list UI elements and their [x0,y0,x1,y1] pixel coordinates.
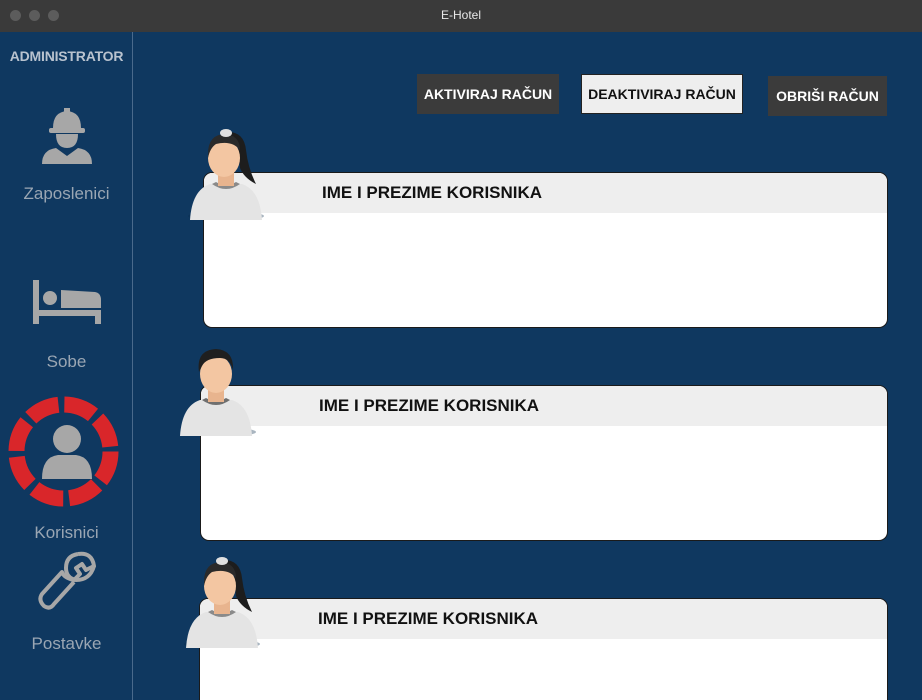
sidebar: ADMINISTRATOR Zaposlenici Sobe Korisnici… [0,32,133,700]
wrench-icon [0,548,133,614]
user-card-header [204,173,887,213]
female-avatar-icon [188,129,264,220]
sidebar-item-korisnici[interactable]: Korisnici [0,395,133,542]
sidebar-item-postavke[interactable]: Postavke [0,548,133,658]
user-card-header [200,599,887,639]
sidebar-item-label: Korisnici [34,523,99,542]
sidebar-item-zaposlenici[interactable]: Zaposlenici [0,102,133,212]
delete-account-button[interactable]: OBRIŠI RAČUN [768,76,887,116]
title-bar: E-Hotel [0,0,922,32]
sidebar-item-sobe[interactable]: Sobe [0,272,133,372]
user-card[interactable]: IME I PREZIME KORISNIKA [200,385,888,541]
user-name: IME I PREZIME KORISNIKA [319,396,540,415]
user-card-header [201,386,887,426]
user-card[interactable]: IME I PREZIME KORISNIKA [203,172,888,328]
sidebar-item-label: Postavke [31,634,102,653]
user-name: IME I PREZIME KORISNIKA [322,183,543,202]
deactivate-account-button[interactable]: DEAKTIVIRAJ RAČUN [581,74,743,114]
user-icon [0,423,133,479]
user-name: IME I PREZIME KORISNIKA [318,609,539,628]
user-card[interactable]: IME I PREZIME KORISNIKA [199,598,888,700]
sidebar-item-label: Sobe [46,352,87,371]
activate-account-button[interactable]: AKTIVIRAJ RAČUN [417,74,559,114]
role-label: ADMINISTRATOR [9,48,124,64]
worker-icon [0,106,133,164]
sidebar-item-label: Zaposlenici [23,184,110,203]
male-avatar-icon [180,349,256,436]
bed-icon [0,278,133,324]
window-title: E-Hotel [440,8,481,22]
female-avatar-icon [184,557,260,648]
